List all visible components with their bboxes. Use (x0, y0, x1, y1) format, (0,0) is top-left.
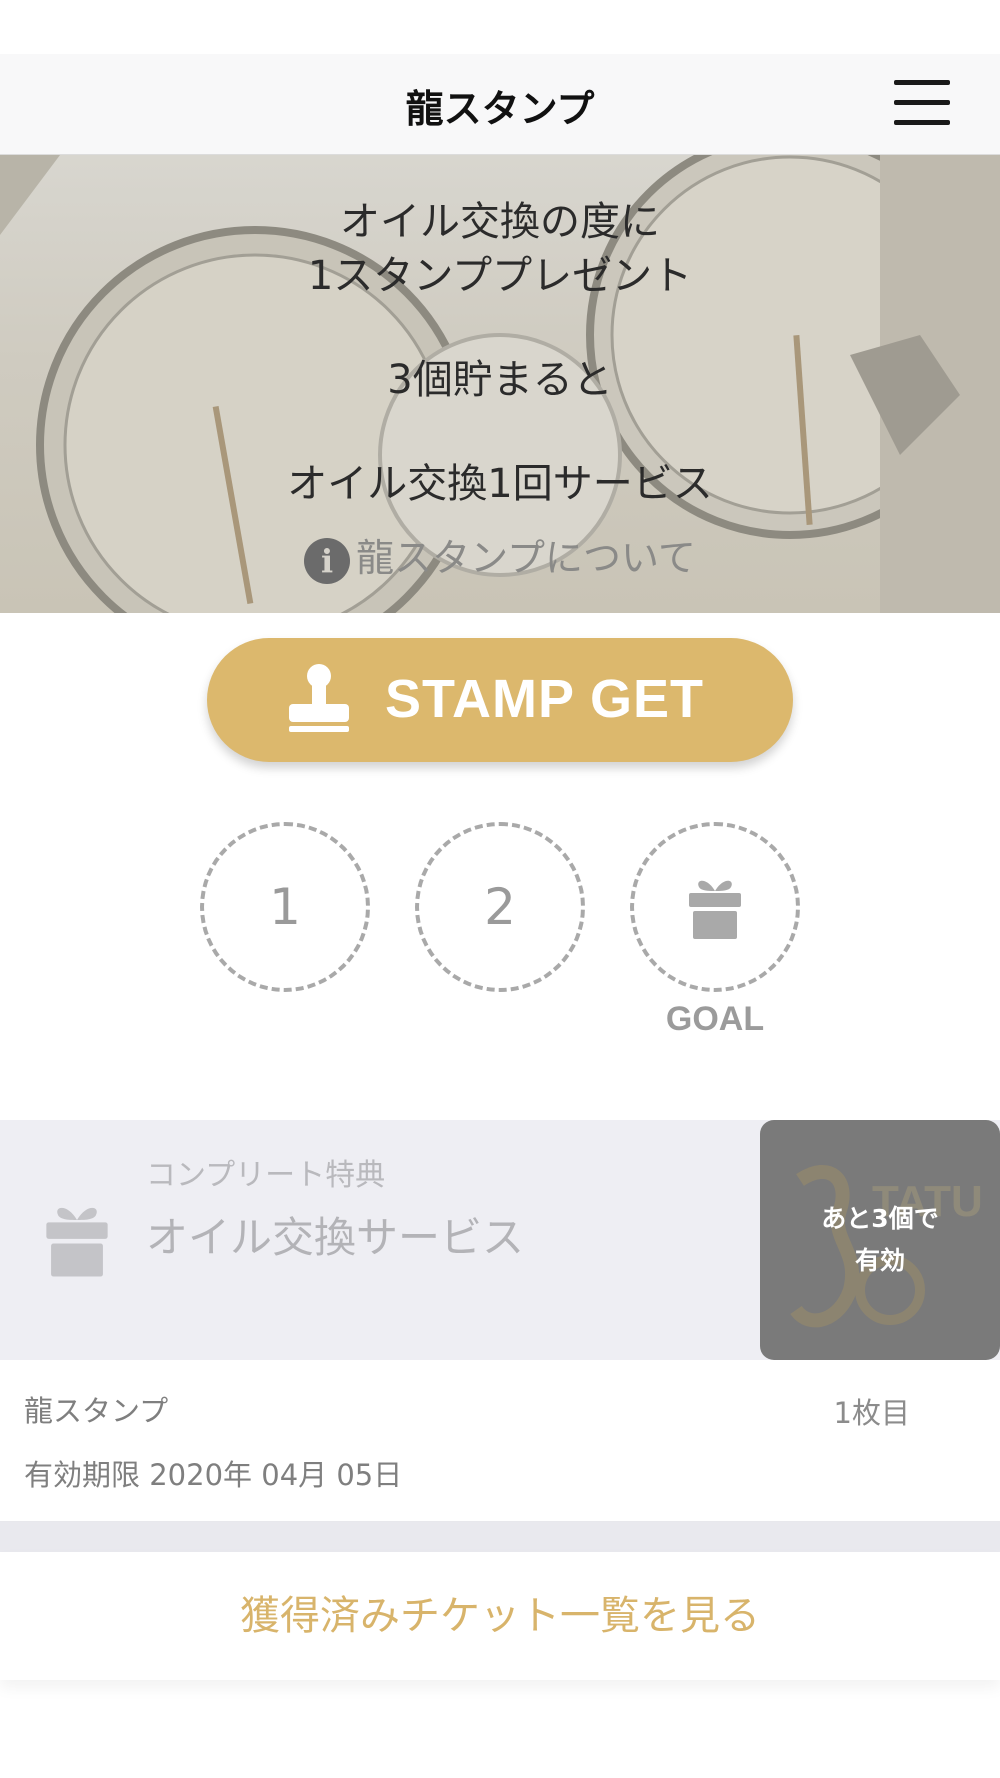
complete-reward-card: コンプリート特典 オイル交換サービス TATU あと3個で 有効 (0, 1120, 1000, 1360)
stamp-slot-1-label: 1 (269, 878, 301, 936)
remaining-count-badge: TATU あと3個で 有効 (760, 1120, 1000, 1360)
card-info-section: 龍スタンプ 1枚目 有効期限 2020年 04月 05日 (0, 1360, 1000, 1522)
banner-line-3: 3個貯まると (387, 357, 613, 403)
stamp-get-button[interactable]: STAMP GET (207, 638, 793, 762)
gift-icon (689, 880, 741, 939)
about-stamp-label: 龍スタンプについて (356, 536, 696, 580)
reward-gift-icon (46, 1207, 108, 1277)
page-title: 龍スタンプ (405, 87, 595, 131)
view-tickets-link[interactable]: 獲得済みチケット一覧を見る (0, 1552, 1000, 1680)
banner-line-1: オイル交換の度に (340, 199, 660, 245)
goal-label: GOAL (665, 1000, 765, 1038)
card-count: 1枚目 (833, 1396, 910, 1430)
banner-line-4: オイル交換1回サービス (287, 461, 713, 507)
section-divider (0, 1522, 1000, 1552)
banner-line-2: 1スタンププレゼント (307, 253, 693, 299)
remaining-line-1: あと3個で (821, 1204, 939, 1233)
hamburger-menu-icon[interactable] (894, 80, 950, 126)
stamp-icon (289, 664, 349, 732)
remaining-count-text: あと3個で 有効 (760, 1198, 1000, 1282)
stamp-slot-1: 1 (200, 822, 370, 992)
top-navigation-bar: 龍スタンプ (0, 54, 1000, 155)
info-icon: i (304, 537, 351, 584)
stamp-get-label: STAMP GET (385, 669, 705, 729)
stamp-slot-2: 2 (415, 822, 585, 992)
stamp-card-page: 龍スタンプ オイル交換の度に 1スタンププレゼント 3個貯まると オイル交換1回… (0, 0, 1000, 1778)
stamp-slot-goal (630, 822, 800, 992)
stamp-slot-2-label: 2 (484, 878, 516, 936)
reward-name: オイル交換サービス (146, 1213, 525, 1262)
remaining-line-2: 有効 (854, 1246, 905, 1275)
campaign-banner: オイル交換の度に 1スタンププレゼント 3個貯まると オイル交換1回サービス i… (0, 155, 1000, 613)
card-expiry: 有効期限 2020年 04月 05日 (24, 1458, 403, 1492)
about-stamp-link[interactable]: i 龍スタンプについて (0, 527, 1000, 584)
card-name: 龍スタンプ (24, 1394, 169, 1428)
reward-small-label: コンプリート特典 (146, 1158, 386, 1193)
